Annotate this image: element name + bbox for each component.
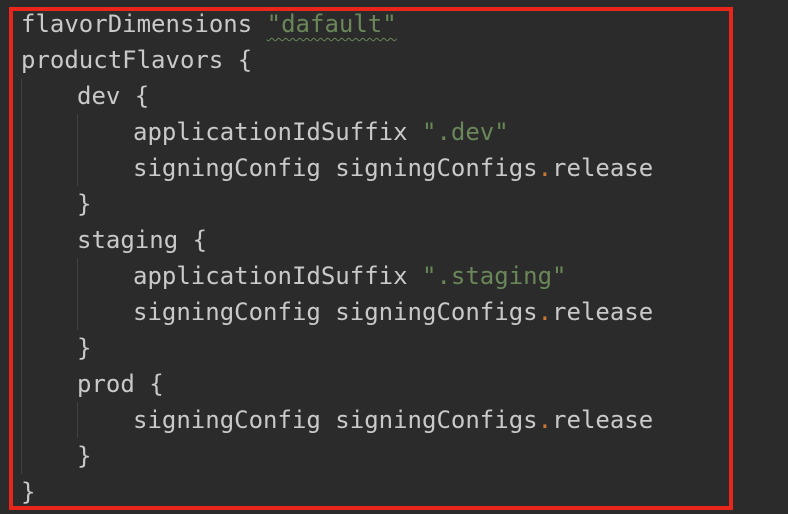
code-line-prod-open: prod { xyxy=(21,366,653,402)
code-line-staging-suffix: applicationIdSuffix ".staging" xyxy=(21,258,653,294)
prod-open: prod { xyxy=(77,370,164,398)
code-line-prod-signing: signingConfig signingConfigs.release xyxy=(21,402,653,438)
indent-guide xyxy=(21,366,77,402)
staging-suffix-value: ".staging" xyxy=(422,262,567,290)
dev-close: } xyxy=(77,190,92,218)
indent-guide xyxy=(21,186,77,222)
code-block[interactable]: flavorDimensions "dafault" productFlavor… xyxy=(21,6,653,510)
indent-guide xyxy=(21,78,77,114)
indent-guide xyxy=(21,114,133,150)
dev-signing-obj: signingConfigs xyxy=(335,154,538,182)
staging-signing-prop: release xyxy=(552,298,654,326)
code-line-dev-open: dev { xyxy=(21,78,653,114)
dev-signing-key: signingConfig xyxy=(133,154,321,182)
indent-guide xyxy=(21,222,77,258)
indent-guide xyxy=(21,294,133,330)
prod-signing-key: signingConfig xyxy=(133,406,321,434)
code-line-prod-close: } xyxy=(21,438,653,474)
code-line-staging-signing: signingConfig signingConfigs.release xyxy=(21,294,653,330)
dev-signing-dot: . xyxy=(537,154,553,182)
dev-signing-prop: release xyxy=(552,154,654,182)
flavor-dimensions-string: "dafault" xyxy=(266,10,397,38)
indent-guide xyxy=(21,150,133,186)
code-line-final-close: } xyxy=(21,474,653,510)
code-line-staging-close: } xyxy=(21,330,653,366)
code-line-dev-close: } xyxy=(21,186,653,222)
code-line-product-flavors: productFlavors { xyxy=(21,42,653,78)
dev-suffix-value: ".dev" xyxy=(422,118,509,146)
prod-signing-dot: . xyxy=(537,406,553,434)
staging-signing-dot: . xyxy=(537,298,553,326)
product-flavors-open: productFlavors { xyxy=(21,46,253,74)
dev-open: dev { xyxy=(77,82,150,110)
staging-suffix-key: applicationIdSuffix xyxy=(133,262,408,290)
indent-guide xyxy=(21,402,133,438)
code-line-staging-open: staging { xyxy=(21,222,653,258)
prod-signing-obj: signingConfigs xyxy=(335,406,538,434)
indent-guide xyxy=(21,438,77,474)
staging-signing-obj: signingConfigs xyxy=(335,298,538,326)
code-editor[interactable]: flavorDimensions "dafault" productFlavor… xyxy=(0,0,788,514)
flavor-dimensions-keyword: flavorDimensions xyxy=(21,10,253,38)
staging-close: } xyxy=(77,334,92,362)
code-line-flavor-dimensions: flavorDimensions "dafault" xyxy=(21,6,653,42)
prod-signing-prop: release xyxy=(552,406,654,434)
indent-guide xyxy=(21,330,77,366)
indent-guide xyxy=(21,258,133,294)
product-flavors-close: } xyxy=(21,478,36,506)
prod-close: } xyxy=(77,442,92,470)
staging-signing-key: signingConfig xyxy=(133,298,321,326)
dev-suffix-key: applicationIdSuffix xyxy=(133,118,408,146)
code-line-dev-signing: signingConfig signingConfigs.release xyxy=(21,150,653,186)
code-line-dev-suffix: applicationIdSuffix ".dev" xyxy=(21,114,653,150)
staging-open: staging { xyxy=(77,226,208,254)
